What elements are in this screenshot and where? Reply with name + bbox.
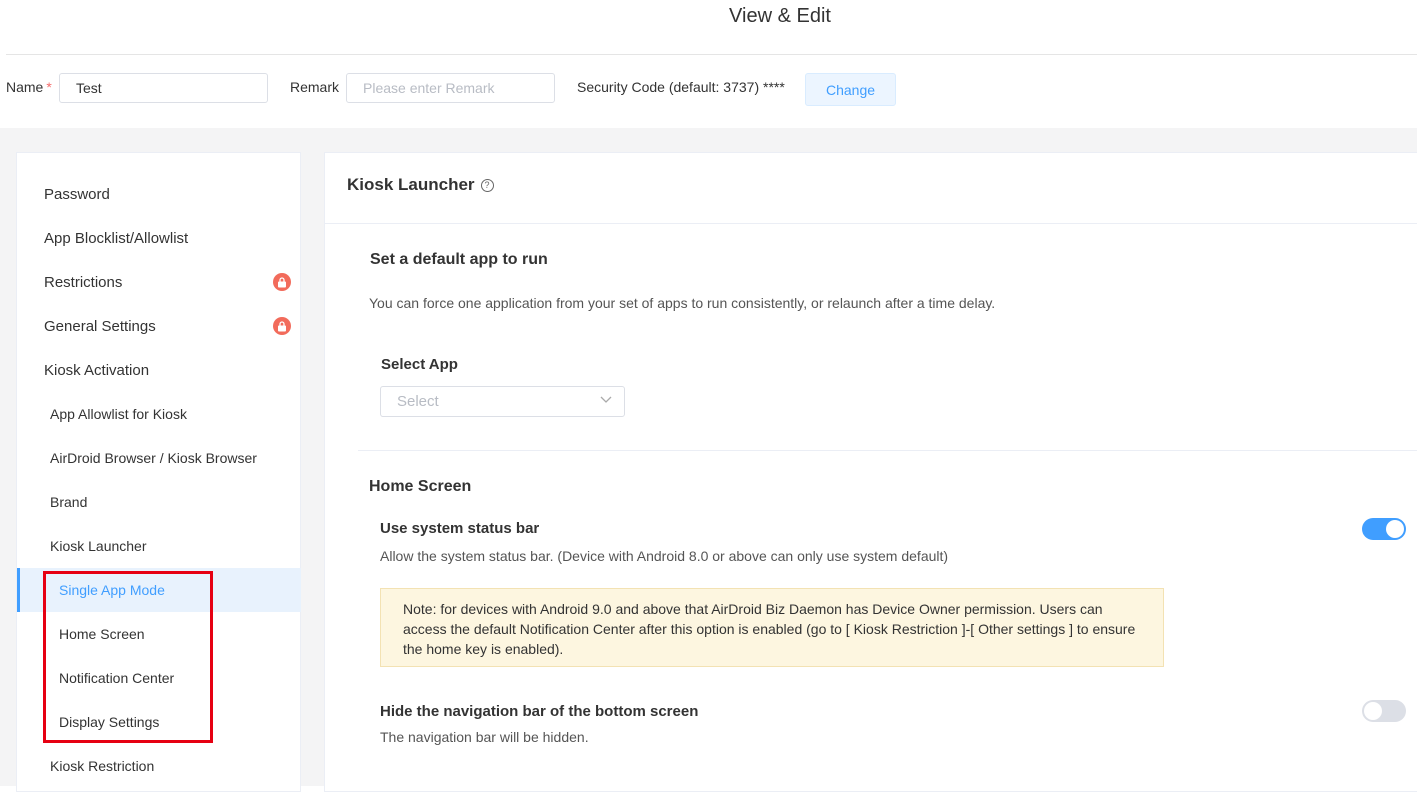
main-panel: Kiosk Launcher ? Set a default app to ru…	[324, 152, 1417, 792]
lock-icon	[273, 317, 291, 335]
nav-bar-description: The navigation bar will be hidden.	[380, 729, 589, 745]
note-box: Note: for devices with Android 9.0 and a…	[380, 588, 1164, 667]
toggle-knob	[1386, 520, 1404, 538]
nav-bar-title: Hide the navigation bar of the bottom sc…	[380, 703, 699, 720]
select-placeholder: Select	[397, 393, 439, 410]
sidebar-item-label: Single App Mode	[59, 582, 165, 598]
page-title: View & Edit	[729, 5, 831, 27]
sidebar-item-kiosk-restriction[interactable]: Kiosk Restriction	[17, 744, 301, 788]
settings-sidebar: Password App Blocklist/Allowlist Restric…	[16, 152, 301, 792]
status-bar-description: Allow the system status bar. (Device wit…	[380, 548, 949, 564]
sidebar-item-restrictions[interactable]: Restrictions	[17, 260, 301, 304]
sidebar-item-kiosk-activation[interactable]: Kiosk Activation	[17, 348, 301, 392]
sidebar-item-label: Restrictions	[44, 273, 123, 291]
sidebar-item-app-blocklist[interactable]: App Blocklist/Allowlist	[17, 216, 301, 260]
panel-title: Kiosk Launcher	[347, 175, 475, 194]
sidebar-item-display-settings[interactable]: Display Settings	[17, 700, 301, 744]
remark-input[interactable]	[346, 73, 555, 103]
name-label: Name *	[6, 79, 52, 95]
select-app-label: Select App	[381, 356, 458, 373]
sidebar-item-label: Kiosk Restriction	[50, 758, 155, 774]
sidebar-item-notification-center[interactable]: Notification Center	[17, 656, 301, 700]
name-label-text: Name	[6, 79, 44, 95]
remark-label: Remark	[290, 79, 340, 95]
sidebar-item-label: Display Settings	[59, 714, 160, 730]
sidebar-item-general-settings[interactable]: General Settings	[17, 304, 301, 348]
security-code-text: Security Code (default: 3737) ****	[577, 79, 785, 95]
panel-divider	[325, 223, 1417, 224]
sidebar-item-label: Password	[44, 185, 110, 203]
default-app-title: Set a default app to run	[370, 251, 548, 268]
select-app-dropdown[interactable]: Select	[380, 386, 625, 417]
nav-bar-toggle[interactable]	[1362, 700, 1406, 722]
toggle-knob	[1364, 702, 1382, 720]
sidebar-item-single-app-mode[interactable]: Single App Mode	[17, 568, 301, 612]
sidebar-item-label: Home Screen	[59, 626, 145, 642]
name-input[interactable]	[59, 73, 268, 103]
sidebar-item-home-screen[interactable]: Home Screen	[17, 612, 301, 656]
home-screen-title: Home Screen	[369, 478, 472, 495]
default-app-description: You can force one application from your …	[369, 295, 996, 311]
question-circle-icon[interactable]: ?	[480, 178, 494, 192]
header-divider	[6, 54, 1417, 55]
sidebar-item-label: Brand	[50, 494, 88, 510]
required-mark: *	[46, 79, 52, 95]
sidebar-item-label: App Allowlist for Kiosk	[50, 406, 187, 422]
sidebar-item-app-allowlist-kiosk[interactable]: App Allowlist for Kiosk	[17, 392, 301, 436]
sidebar-item-kiosk-launcher[interactable]: Kiosk Launcher	[17, 524, 301, 568]
section-header: Kiosk Launcher ?	[347, 175, 494, 195]
sidebar-item-label: Kiosk Activation	[44, 361, 150, 379]
chevron-down-icon	[600, 396, 612, 403]
status-bar-toggle[interactable]	[1362, 518, 1406, 540]
change-button[interactable]: Change	[805, 73, 896, 106]
sidebar-item-label: App Blocklist/Allowlist	[44, 229, 189, 247]
sidebar-item-brand[interactable]: Brand	[17, 480, 301, 524]
sidebar-item-label: Notification Center	[59, 670, 175, 686]
sidebar-item-password[interactable]: Password	[17, 172, 301, 216]
status-bar-title: Use system status bar	[380, 520, 540, 537]
sidebar-item-label: AirDroid Browser / Kiosk Browser	[50, 450, 257, 466]
lock-icon	[273, 273, 291, 291]
sidebar-item-kiosk-browser[interactable]: AirDroid Browser / Kiosk Browser	[17, 436, 301, 480]
sidebar-item-label: General Settings	[44, 317, 156, 335]
sidebar-item-label: Kiosk Launcher	[50, 538, 147, 554]
section-divider	[358, 450, 1417, 451]
